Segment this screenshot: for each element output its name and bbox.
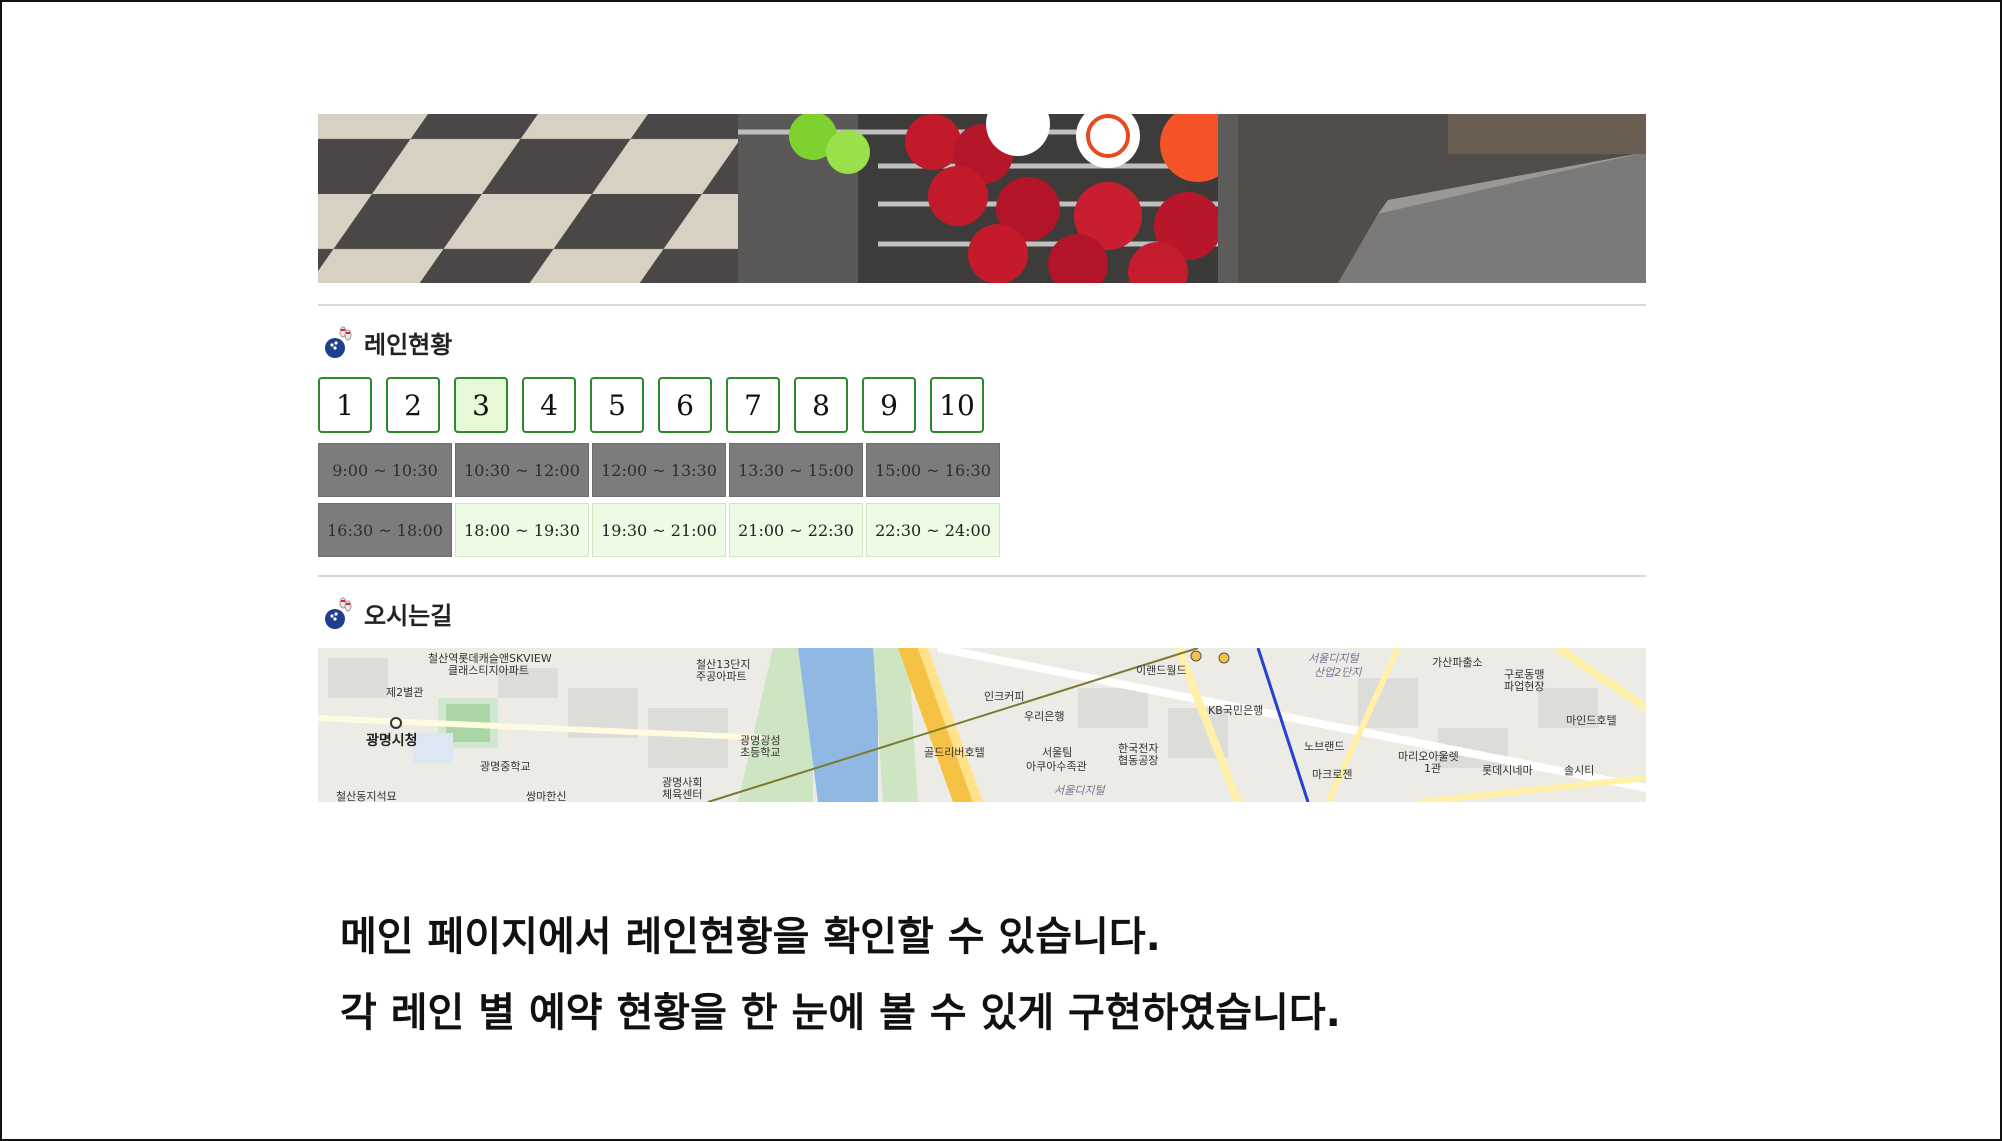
map-label: 1관: [1424, 762, 1442, 775]
map-label: 초등학교: [740, 746, 781, 759]
map-label: 마인드호텔: [1566, 714, 1617, 727]
map-label: 산업2단지: [1314, 666, 1362, 679]
time-slot[interactable]: 18:00 ~ 19:30: [455, 503, 589, 557]
lane-button-9[interactable]: 9: [862, 377, 916, 433]
time-slot[interactable]: 21:00 ~ 22:30: [729, 503, 863, 557]
time-slot: 10:30 ~ 12:00: [455, 443, 589, 497]
bowling-banner-image: [318, 114, 1646, 283]
map-label: 체육센터: [662, 788, 703, 801]
lane-status-header: 레인현황: [322, 324, 452, 360]
map-label: 주공아파트: [696, 670, 747, 683]
time-slot[interactable]: 19:30 ~ 21:00: [592, 503, 726, 557]
map-label: 광명시청: [366, 733, 418, 749]
map-label: 우리은행: [1024, 710, 1065, 723]
lane-button-3[interactable]: 3: [454, 377, 508, 433]
lane-button-1[interactable]: 1: [318, 377, 372, 433]
caption-line-1: 메인 페이지에서 레인현황을 확인할 수 있습니다.: [340, 914, 1161, 960]
caption-line-2: 각 레인 별 예약 현황을 한 눈에 볼 수 있게 구현하였습니다.: [340, 990, 1341, 1036]
divider: [318, 304, 1646, 306]
map-label: 제2별관: [386, 686, 424, 699]
divider: [318, 575, 1646, 577]
lane-button-7[interactable]: 7: [726, 377, 780, 433]
lane-button-4[interactable]: 4: [522, 377, 576, 433]
location-map[interactable]: 철산역롯데캐슬앤SKVIEW 클래스티지아파트 제2별관 광명시청 광명중학교 …: [318, 648, 1646, 802]
lane-selector: 1 2 3 4 5 6 7 8 9 10: [318, 377, 984, 433]
map-label: KB국민은행: [1208, 704, 1264, 717]
map-label: 쌍마한신: [526, 790, 567, 802]
lane-button-5[interactable]: 5: [590, 377, 644, 433]
time-slot-grid: 9:00 ~ 10:30 10:30 ~ 12:00 12:00 ~ 13:30 13…: [318, 443, 1000, 557]
directions-header: 오시는길: [322, 595, 452, 631]
map-label: 마크로젠: [1312, 768, 1353, 781]
time-slot: 9:00 ~ 10:30: [318, 443, 452, 497]
time-slot: 15:00 ~ 16:30: [866, 443, 1000, 497]
map-label: 아쿠아수족관: [1026, 760, 1087, 773]
map-label: 가산파출소: [1432, 656, 1483, 669]
lane-button-10[interactable]: 10: [930, 377, 984, 433]
map-label: 서울디지털: [1054, 784, 1105, 797]
bowling-icon: [325, 597, 352, 629]
map-label: 이랜드월드: [1136, 664, 1187, 677]
time-slot: 12:00 ~ 13:30: [592, 443, 726, 497]
time-slot: 16:30 ~ 18:00: [318, 503, 452, 557]
bowling-icon: [325, 326, 352, 358]
map-label: 철산동지석묘: [336, 790, 397, 802]
map-label: 클래스티지아파트: [448, 664, 529, 677]
map-label: 협동공장: [1118, 754, 1159, 767]
map-label: 롯데시네마: [1482, 764, 1533, 777]
lane-status-title: 레인현황: [364, 329, 453, 359]
directions-title: 오시는길: [364, 600, 453, 630]
map-label: 솔시티: [1564, 764, 1595, 777]
time-slot: 13:30 ~ 15:00: [729, 443, 863, 497]
time-slot[interactable]: 22:30 ~ 24:00: [866, 503, 1000, 557]
map-label: 골드리버호텔: [924, 746, 985, 759]
lane-button-6[interactable]: 6: [658, 377, 712, 433]
map-label: 파업현장: [1504, 680, 1545, 693]
map-label: 광명중학교: [480, 760, 531, 773]
map-label: 인크커피: [984, 690, 1025, 703]
lane-button-2[interactable]: 2: [386, 377, 440, 433]
map-label: 노브랜드: [1304, 740, 1345, 753]
lane-button-8[interactable]: 8: [794, 377, 848, 433]
